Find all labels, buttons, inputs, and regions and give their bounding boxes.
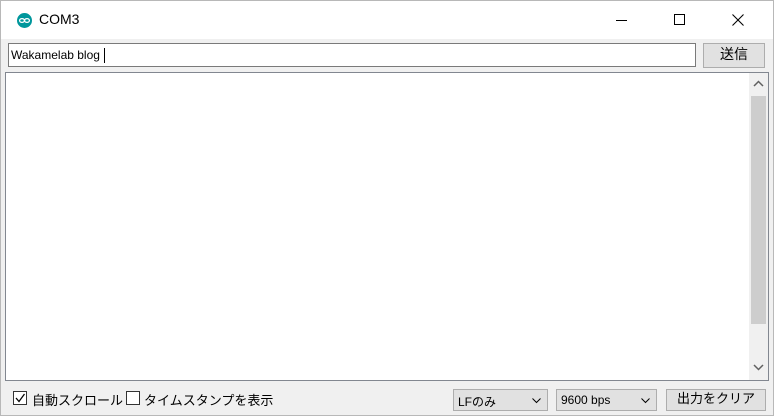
- maximize-icon: [674, 14, 685, 25]
- clear-output-button[interactable]: 出力をクリア: [666, 389, 766, 411]
- minimize-icon: [616, 20, 627, 21]
- checkmark-icon: [15, 393, 25, 403]
- minimize-button[interactable]: [599, 1, 645, 39]
- chevron-down-icon: [641, 398, 650, 404]
- serial-monitor-window: COM3 送信: [0, 0, 774, 416]
- close-icon: [732, 14, 744, 26]
- close-button[interactable]: [715, 1, 761, 39]
- text-caret: [104, 48, 105, 63]
- maximize-button[interactable]: [657, 1, 703, 39]
- line-ending-value: LFのみ: [458, 395, 497, 409]
- vertical-scrollbar[interactable]: [749, 73, 768, 380]
- autoscroll-label: 自動スクロール: [32, 394, 124, 409]
- chevron-down-icon: [753, 364, 764, 371]
- chevron-down-icon: [532, 398, 541, 404]
- baud-rate-select[interactable]: 9600 bps: [556, 389, 657, 411]
- chevron-up-icon: [753, 80, 764, 87]
- arduino-icon: [17, 13, 32, 28]
- serial-output[interactable]: [5, 72, 769, 381]
- scroll-thumb[interactable]: [751, 96, 766, 324]
- line-ending-select[interactable]: LFのみ: [453, 389, 548, 411]
- scroll-up-button[interactable]: [749, 75, 768, 94]
- bottom-bar: 自動スクロール タイムスタンプを表示 LFのみ 9600 bps 出力をクリア: [1, 383, 773, 415]
- title-bar: COM3: [1, 1, 773, 39]
- window-title: COM3: [39, 11, 80, 27]
- send-button[interactable]: 送信: [703, 43, 765, 68]
- timestamp-label: タイムスタンプを表示: [144, 394, 274, 409]
- send-input[interactable]: [8, 43, 696, 67]
- scroll-down-button[interactable]: [749, 359, 768, 378]
- timestamp-checkbox[interactable]: [126, 391, 140, 405]
- autoscroll-checkbox[interactable]: [13, 391, 27, 405]
- baud-rate-value: 9600 bps: [561, 393, 611, 407]
